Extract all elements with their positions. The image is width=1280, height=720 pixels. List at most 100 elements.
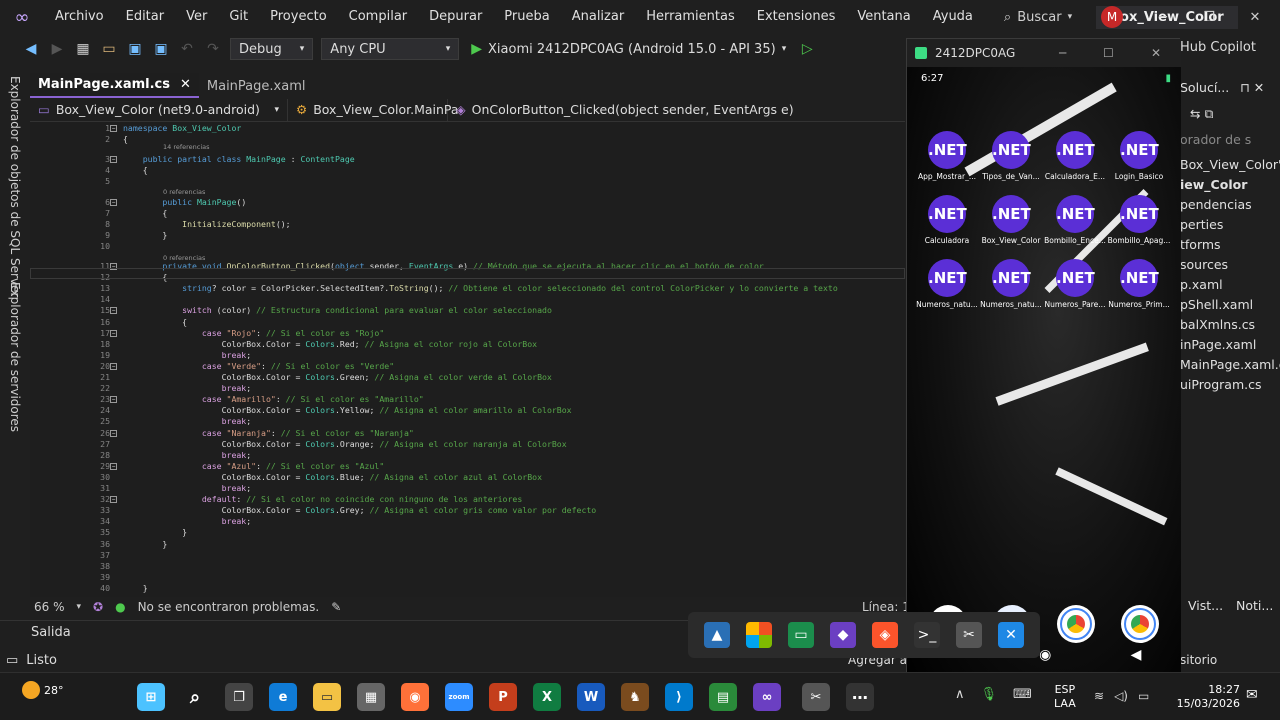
terminal-icon[interactable]: >_ <box>914 622 940 648</box>
tab-notifications[interactable]: Noti... <box>1236 598 1273 613</box>
solution-tree-item[interactable]: balXmlns.cs <box>1180 317 1255 332</box>
start-icon[interactable]: ⊞ <box>137 683 165 711</box>
solution-tree-item[interactable]: perties <box>1180 217 1223 232</box>
minimize-button[interactable]: ─ <box>1140 0 1186 34</box>
visual-studio-icon[interactable]: ∞ <box>753 683 781 711</box>
app-shortcut[interactable]: .NET Numeros_natu... <box>915 259 979 309</box>
menu-item-ventana[interactable]: Ventana <box>846 0 921 34</box>
chrome-icon[interactable] <box>1121 605 1159 643</box>
overflow-icon[interactable]: ⋯ <box>846 683 874 711</box>
excel-icon[interactable]: X <box>533 683 561 711</box>
file-explorer-icon[interactable]: ▭ <box>313 683 341 711</box>
solution-tree-item[interactable]: Box_View_Color" <box>1180 157 1280 172</box>
task-view-icon[interactable]: ❐ <box>225 683 253 711</box>
maximize-button[interactable]: ☐ <box>1103 46 1114 60</box>
menu-item-archivo[interactable]: Archivo <box>44 0 115 34</box>
fold-toggle[interactable]: − <box>110 156 117 164</box>
solution-tree-item[interactable]: p.xaml <box>1180 277 1223 292</box>
xamarin-icon[interactable]: ✕ <box>998 622 1024 648</box>
tab-mainpage-xaml-cs[interactable]: MainPage.xaml.cs ✕ <box>30 73 199 98</box>
pin-icon[interactable]: ⊓ ✕ <box>1240 80 1264 95</box>
run-button[interactable]: ▶ Xiaomi 2412DPC0AG (Android 15.0 - API 3… <box>471 41 786 57</box>
solution-tree-item[interactable]: sources <box>1180 257 1228 272</box>
brush-icon[interactable]: ✎ <box>331 600 341 614</box>
close-button[interactable]: ✕ <box>1232 0 1278 34</box>
member-dropdown[interactable]: ◈ OnColorButton_Clicked(object sender, Ev… <box>448 99 802 121</box>
home-icon[interactable]: ◉ <box>1039 647 1051 663</box>
close-icon[interactable]: ✕ <box>180 77 191 92</box>
fold-toggle[interactable]: − <box>110 329 117 337</box>
back-icon[interactable]: ◀ <box>18 36 44 62</box>
vscode-icon[interactable]: ⟩ <box>665 683 693 711</box>
solution-tree-item[interactable]: uiProgram.cs <box>1180 377 1262 392</box>
undo-icon[interactable]: ↶ <box>174 36 200 62</box>
chrome-icon[interactable] <box>1057 605 1095 643</box>
platform-select[interactable]: Any CPU ▾ <box>321 38 460 60</box>
fold-toggle[interactable]: − <box>110 496 117 504</box>
green-app-icon[interactable]: ▤ <box>709 683 737 711</box>
fold-toggle[interactable]: − <box>110 362 117 370</box>
forward-icon[interactable]: ▶ <box>44 36 70 62</box>
language-indicator[interactable]: ESP LAA <box>1054 683 1076 711</box>
app-shortcut[interactable]: .NET Bombillo_Apag... <box>1107 195 1171 245</box>
photos-icon[interactable]: ▲ <box>704 622 730 648</box>
calculator-icon[interactable]: ▦ <box>357 683 385 711</box>
menu-item-depurar[interactable]: Depurar <box>418 0 493 34</box>
fold-toggle[interactable]: − <box>110 462 117 470</box>
code-editor[interactable]: 1−2 3−4 5 6−7 8 9 10 11−12 13 14 15−16 17−18 19 20−21… <box>30 122 905 597</box>
network-volume-battery[interactable]: ≋ ◁) ▭ <box>1094 689 1149 703</box>
solution-tree-item[interactable]: pShell.xaml <box>1180 297 1253 312</box>
menu-item-editar[interactable]: Editar <box>115 0 176 34</box>
weather-widget[interactable]: 28° <box>22 681 64 699</box>
menu-item-ayuda[interactable]: Ayuda <box>922 0 984 34</box>
references-codelens[interactable]: 14 referencias <box>163 142 210 152</box>
app-shortcut[interactable]: .NET Calculadora_E... <box>1043 131 1107 181</box>
solution-tree-item[interactable]: inPage.xaml <box>1180 337 1256 352</box>
back-icon[interactable]: ◀ <box>1131 647 1142 663</box>
zoom-level[interactable]: 66 % <box>34 600 65 614</box>
redo-icon[interactable]: ↷ <box>200 36 226 62</box>
configuration-select[interactable]: Debug ▾ <box>230 38 314 60</box>
save-icon[interactable]: ▣ <box>122 36 148 62</box>
word-icon[interactable]: W <box>577 683 605 711</box>
clock[interactable]: 18:27 15/03/2026 <box>1170 683 1240 711</box>
tab-mainpage-xaml[interactable]: MainPage.xaml <box>199 75 314 98</box>
edge-icon[interactable]: e <box>269 683 297 711</box>
copilot-icon[interactable]: ✪ <box>93 600 103 614</box>
open-folder-icon[interactable]: ▭ <box>96 36 122 62</box>
snipping-icon[interactable]: ✂ <box>802 683 830 711</box>
repository-label[interactable]: sitorio <box>1180 653 1217 667</box>
menu-item-prueba[interactable]: Prueba <box>493 0 560 34</box>
fold-toggle[interactable]: − <box>110 125 117 132</box>
fold-toggle[interactable]: − <box>110 198 117 206</box>
app-shortcut[interactable]: .NET Login_Basico <box>1107 131 1171 181</box>
app-shortcut[interactable]: .NET Numeros_Pare... <box>1043 259 1107 309</box>
solution-tree-item[interactable]: iew_Color <box>1180 177 1247 192</box>
app-shortcut[interactable]: .NET App_Mostrar_... <box>915 131 979 181</box>
powerpoint-icon[interactable]: P <box>489 683 517 711</box>
search-icon[interactable]: ⌕ <box>181 683 209 711</box>
menu-item-extensiones[interactable]: Extensiones <box>746 0 847 34</box>
project-dropdown[interactable]: ▭ Box_View_Color (net9.0-android) ▾ <box>30 98 288 121</box>
run-without-debug-icon[interactable]: ▷ <box>794 36 820 62</box>
copilot-label[interactable]: Hub Copilot <box>1180 40 1256 55</box>
app-shortcut[interactable]: .NET Box_View_Color <box>979 195 1043 245</box>
solution-tree-item[interactable]: MainPage.xaml.cs <box>1180 357 1280 372</box>
firefox-icon[interactable]: ◉ <box>401 683 429 711</box>
tab-views[interactable]: Vist... <box>1188 598 1223 613</box>
menu-item-analizar[interactable]: Analizar <box>561 0 635 34</box>
menu-item-proyecto[interactable]: Proyecto <box>259 0 338 34</box>
fold-toggle[interactable]: − <box>110 307 117 315</box>
server-explorer-tab[interactable]: Explorador de servidores <box>8 282 22 432</box>
menu-item-git[interactable]: Git <box>218 0 259 34</box>
chevron-up-icon[interactable]: ∧ <box>955 687 965 702</box>
android-emulator-icon[interactable]: ▭ <box>788 622 814 648</box>
menu-item-compilar[interactable]: Compilar <box>338 0 418 34</box>
visual-studio-installer-icon[interactable]: ◆ <box>830 622 856 648</box>
game-icon[interactable]: ♞ <box>621 683 649 711</box>
maximize-button[interactable]: ❐ <box>1186 0 1232 34</box>
solution-search[interactable]: orador de s <box>1180 132 1251 147</box>
phone-screen[interactable]: 6:27 ▮ .NET App_Mostrar_... .NET Tipos_de_V… <box>907 67 1181 675</box>
app-shortcut[interactable]: .NET Numeros_Prim... <box>1107 259 1171 309</box>
references-codelens[interactable]: 0 referencias <box>163 187 205 197</box>
